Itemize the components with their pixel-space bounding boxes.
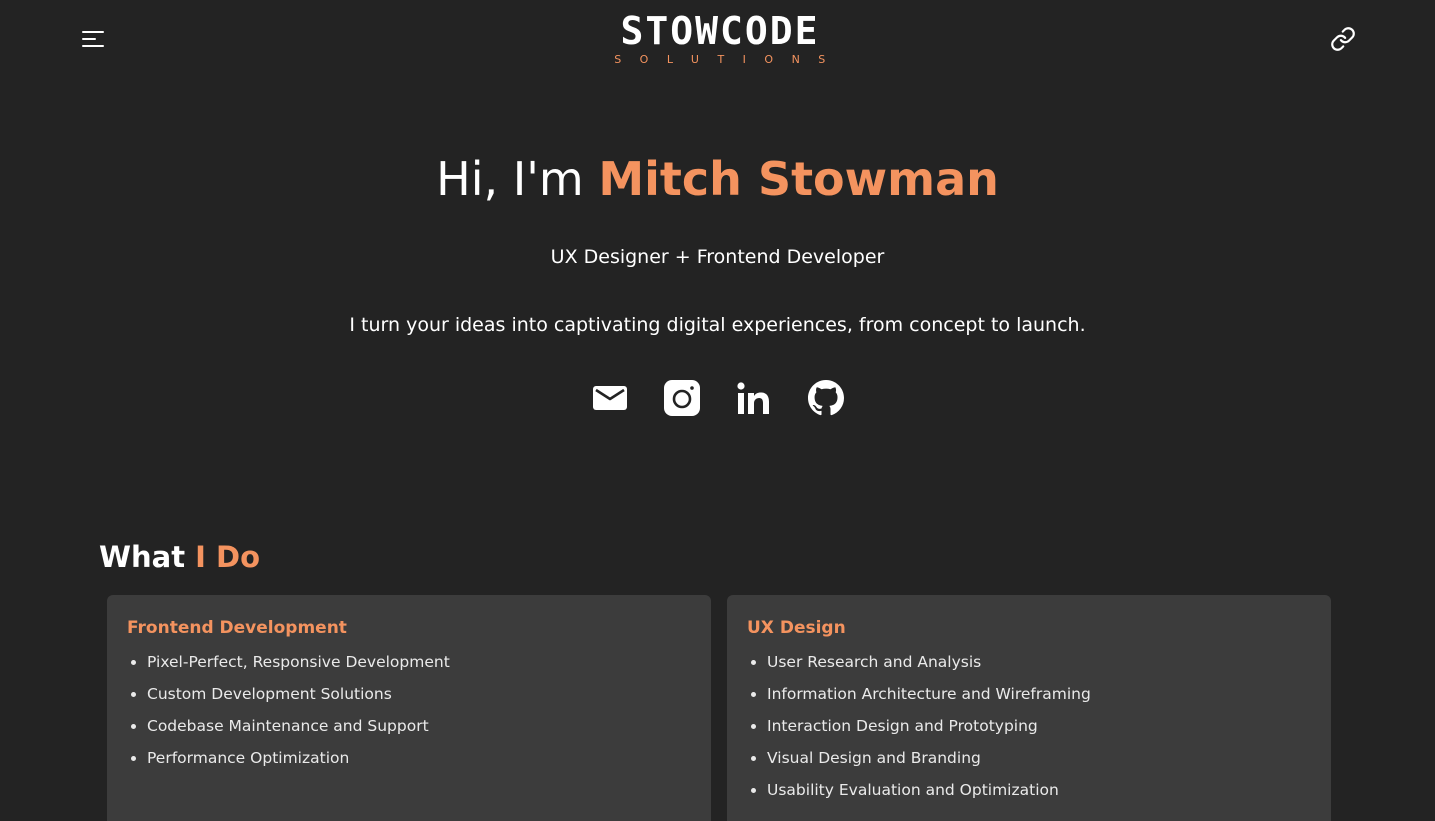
email-icon[interactable] <box>592 380 628 416</box>
section-title-plain: What <box>99 540 196 574</box>
hero-title: Hi, I'm Mitch Stowman <box>0 148 1435 210</box>
instagram-icon[interactable] <box>663 380 700 416</box>
list-item: Custom Development Solutions <box>127 683 691 705</box>
card-title: UX Design <box>747 618 846 638</box>
page: STOWCODE SOLUTIONS Hi, I'm Mitch Stowman… <box>0 0 1435 821</box>
section-title-what-i-do: What I Do <box>99 538 260 576</box>
logo-main-text: STOWCODE <box>620 9 820 53</box>
list-item: Visual Design and Branding <box>747 747 1311 769</box>
section-title-accent: I Do <box>195 540 261 574</box>
list-item: User Research and Analysis <box>747 651 1311 673</box>
list-item: Codebase Maintenance and Support <box>127 715 691 737</box>
logo[interactable]: STOWCODE SOLUTIONS <box>590 12 850 66</box>
list-item: Information Architecture and Wireframing <box>747 683 1311 705</box>
hero-description: I turn your ideas into captivating digit… <box>349 314 1086 336</box>
github-icon[interactable] <box>807 380 844 416</box>
hero-name: Mitch Stowman <box>598 152 999 206</box>
card-list: Pixel-Perfect, Responsive Development Cu… <box>127 651 691 769</box>
link-icon[interactable] <box>1330 26 1356 52</box>
hero-greeting: Hi, I'm <box>436 152 599 206</box>
logo-sub-text: SOLUTIONS <box>614 53 844 66</box>
social-links <box>0 380 1435 416</box>
service-card-ux: UX Design User Research and Analysis Inf… <box>727 595 1331 821</box>
list-item: Usability Evaluation and Optimization <box>747 779 1311 801</box>
service-card-frontend: Frontend Development Pixel-Perfect, Resp… <box>107 595 711 821</box>
hero-subtitle: UX Designer + Frontend Developer <box>550 246 885 268</box>
card-list: User Research and Analysis Information A… <box>747 651 1311 801</box>
linkedin-icon[interactable] <box>736 380 772 416</box>
list-item: Performance Optimization <box>127 747 691 769</box>
list-item: Pixel-Perfect, Responsive Development <box>127 651 691 673</box>
hamburger-menu-icon[interactable] <box>82 29 106 49</box>
card-title: Frontend Development <box>127 618 347 638</box>
list-item: Interaction Design and Prototyping <box>747 715 1311 737</box>
